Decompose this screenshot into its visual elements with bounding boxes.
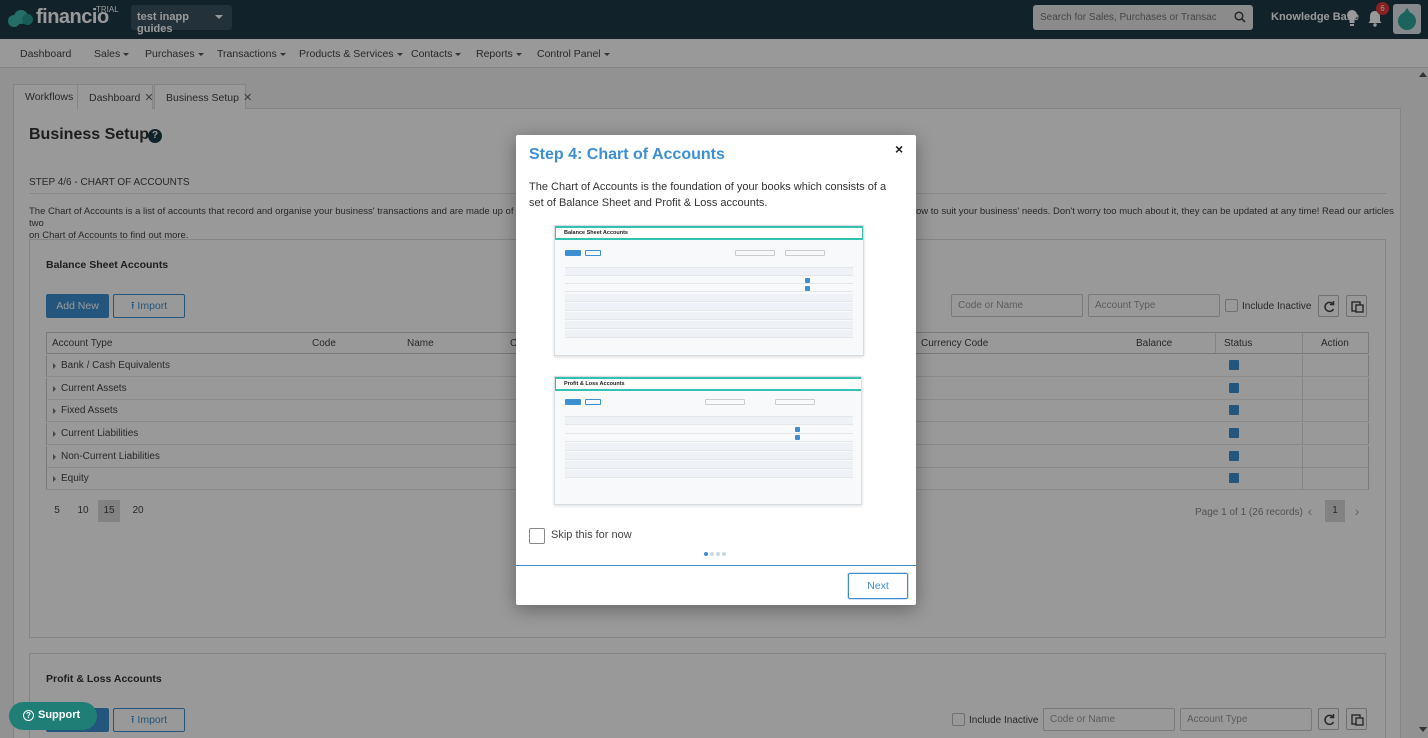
preview-title: Balance Sheet Accounts	[555, 226, 863, 240]
preview-title: Profit & Loss Accounts	[555, 377, 861, 391]
scroll-down-icon[interactable]	[1419, 727, 1427, 732]
balance-sheet-preview-image: Balance Sheet Accounts	[554, 225, 864, 356]
modal-title: Step 4: Chart of Accounts	[529, 146, 725, 163]
modal-body-text: The Chart of Accounts is the foundation …	[529, 181, 887, 209]
support-button[interactable]: ? Support	[9, 702, 97, 730]
step-dot[interactable]	[704, 552, 708, 556]
step-dot[interactable]	[710, 552, 714, 556]
onboarding-modal: Step 4: Chart of Accounts × The Chart of…	[516, 135, 916, 605]
skip-checkbox[interactable]	[529, 528, 545, 544]
close-icon[interactable]: ×	[895, 141, 903, 157]
question-icon: ?	[23, 710, 34, 721]
step-dot[interactable]	[722, 552, 726, 556]
profit-loss-preview-image: Profit & Loss Accounts	[554, 376, 862, 505]
step-dot[interactable]	[716, 552, 720, 556]
next-button[interactable]: Next	[848, 573, 908, 599]
scroll-up-icon[interactable]	[1419, 72, 1427, 77]
skip-label[interactable]: Skip this for now	[551, 529, 632, 541]
divider	[516, 565, 916, 566]
